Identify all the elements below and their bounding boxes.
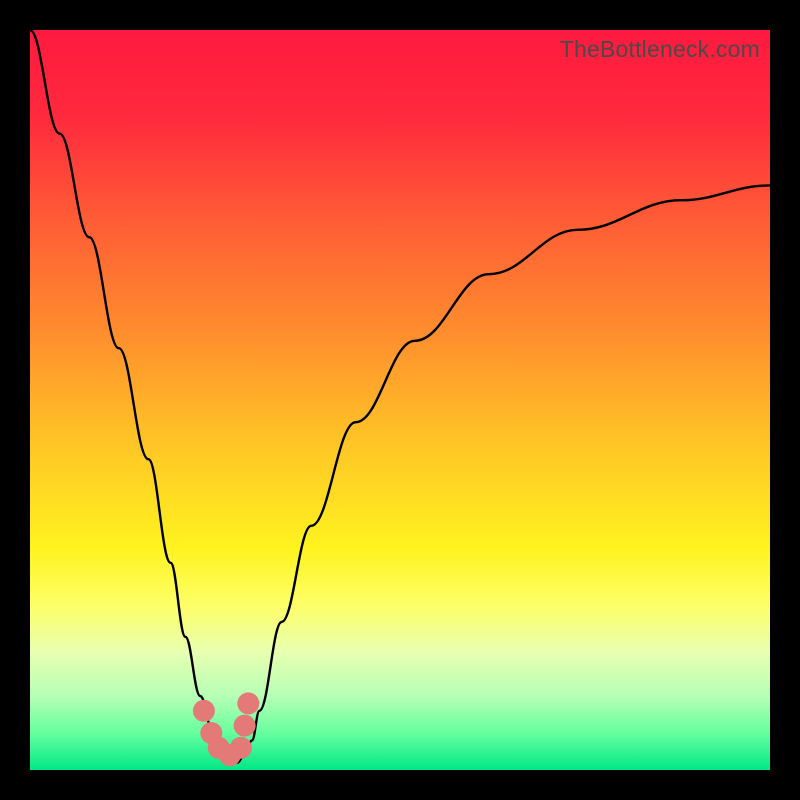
plot-area: TheBottleneck.com [30, 30, 770, 770]
bottleneck-chart [30, 30, 770, 770]
marker-dot [193, 700, 215, 722]
gradient-background [30, 30, 770, 770]
marker-dot [230, 737, 252, 759]
chart-frame: TheBottleneck.com [0, 0, 800, 800]
marker-dot [237, 692, 259, 714]
watermark-label: TheBottleneck.com [560, 36, 760, 63]
marker-dot [234, 715, 256, 737]
